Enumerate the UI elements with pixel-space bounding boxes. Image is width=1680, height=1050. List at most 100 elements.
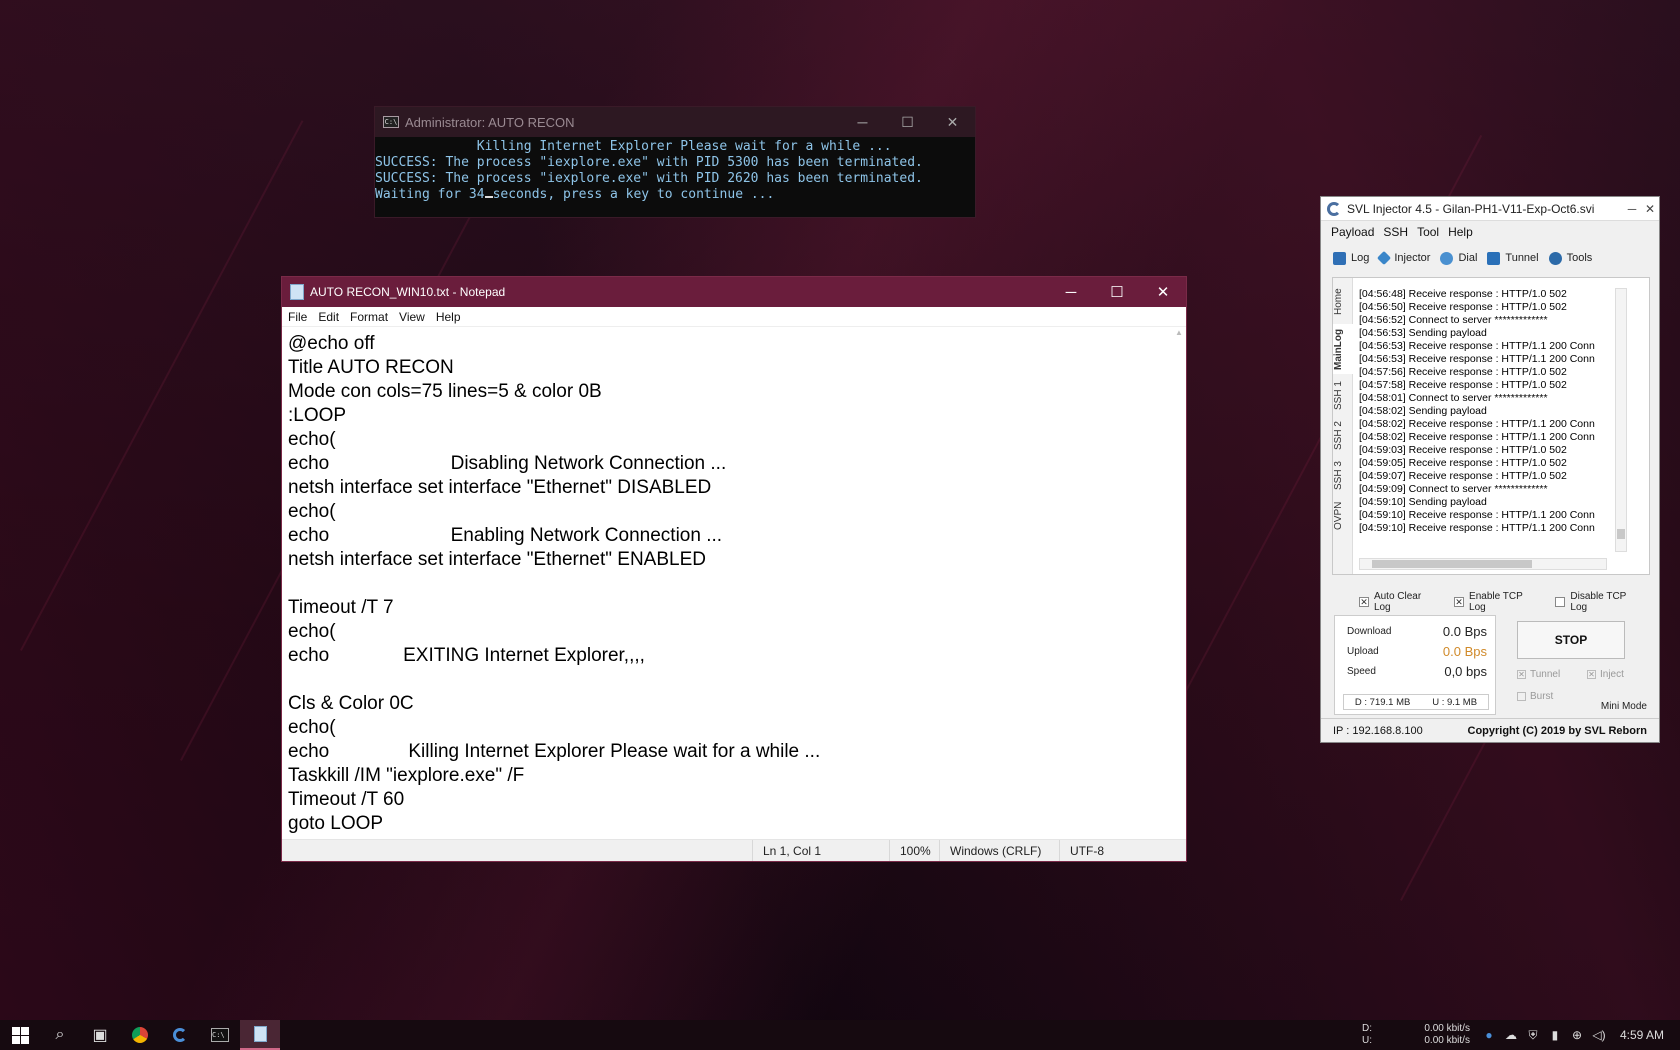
minimize-button[interactable]: ─ bbox=[1048, 277, 1094, 307]
log-horizontal-scrollbar[interactable] bbox=[1359, 558, 1607, 570]
notepad-window[interactable]: AUTO RECON_WIN10.txt - Notepad ─ ☐ ✕ Fil… bbox=[281, 276, 1187, 862]
checkbox-label: Inject bbox=[1600, 669, 1624, 680]
tab-log[interactable]: Log bbox=[1333, 251, 1370, 265]
cmd-title: Administrator: AUTO RECON bbox=[405, 114, 575, 130]
cmd-line: Killing Internet Explorer Please wait fo… bbox=[375, 139, 892, 154]
svl-menubar: Payload SSH Tool Help bbox=[1321, 221, 1659, 243]
vtab-ssh1[interactable]: SSH 1 bbox=[1333, 378, 1353, 414]
log-entry: [04:58:02] Receive response : HTTP/1.1 2… bbox=[1359, 431, 1595, 443]
log-entry: [04:56:50] Receive response : HTTP/1.0 5… bbox=[1359, 301, 1567, 313]
cmd-titlebar[interactable]: C:\ Administrator: AUTO RECON ─ ☐ ✕ bbox=[375, 107, 975, 137]
tab-label: Tools bbox=[1566, 252, 1593, 264]
cmd-line: SUCCESS: The process "iexplore.exe" with… bbox=[375, 155, 923, 170]
burst-checkbox[interactable]: Burst bbox=[1517, 691, 1553, 702]
notepad-titlebar[interactable]: AUTO RECON_WIN10.txt - Notepad ─ ☐ ✕ bbox=[282, 277, 1186, 307]
log-entry: [04:56:53] Receive response : HTTP/1.1 2… bbox=[1359, 340, 1595, 352]
close-button[interactable]: ✕ bbox=[1641, 202, 1659, 216]
svl-tray-icon[interactable]: ● bbox=[1478, 1028, 1500, 1042]
checkbox-label: Enable TCP Log bbox=[1469, 591, 1523, 613]
volume-icon[interactable]: ◁) bbox=[1588, 1028, 1610, 1042]
taskbar: ⌕ ▣ C:\ D: 0.00 kbit/s U: 0.00 kbit/s ● ☁ … bbox=[0, 1020, 1680, 1050]
security-icon[interactable]: ⛨ bbox=[1522, 1028, 1544, 1043]
minimize-button[interactable]: ─ bbox=[1623, 202, 1641, 216]
status-position: Ln 1, Col 1 bbox=[752, 840, 889, 861]
phone-icon bbox=[1440, 251, 1454, 265]
chrome-icon[interactable] bbox=[120, 1020, 160, 1050]
search-icon[interactable]: ⌕ bbox=[40, 1020, 80, 1050]
menu-file[interactable]: File bbox=[288, 310, 307, 324]
cmd-output: Killing Internet Explorer Please wait fo… bbox=[375, 137, 975, 203]
syringe-icon bbox=[1377, 250, 1392, 266]
svl-title: SVL Injector 4.5 - Gilan-PH1-V11-Exp-Oct… bbox=[1347, 201, 1595, 216]
notepad-menubar: File Edit Format View Help bbox=[282, 307, 1186, 327]
notepad-taskbar-icon[interactable] bbox=[240, 1020, 280, 1050]
svl-footer: IP : 192.168.8.100 Copyright (C) 2019 by… bbox=[1321, 718, 1659, 742]
checkbox-label: Auto Clear Log bbox=[1373, 591, 1422, 613]
svl-injector-taskbar-icon[interactable] bbox=[160, 1020, 200, 1050]
enable-tcp-log-checkbox[interactable]: ✕ Enable TCP Log bbox=[1454, 591, 1541, 613]
cmd-taskbar-icon[interactable]: C:\ bbox=[200, 1020, 240, 1050]
log-vertical-scrollbar[interactable] bbox=[1615, 288, 1627, 552]
checkbox-label: Disable TCP Log bbox=[1570, 591, 1627, 613]
notepad-vertical-scrollbar[interactable]: ▲ bbox=[1172, 328, 1186, 839]
upload-value: 0.0 Bps bbox=[1442, 644, 1487, 659]
tab-label: Tunnel bbox=[1505, 252, 1539, 264]
vtab-ssh2[interactable]: SSH 2 bbox=[1333, 418, 1353, 454]
menu-tool[interactable]: Tool bbox=[1417, 225, 1439, 239]
tunnel-checkbox[interactable]: ✕ Tunnel bbox=[1517, 669, 1560, 680]
battery-icon[interactable]: ▮ bbox=[1544, 1028, 1566, 1042]
menu-payload[interactable]: Payload bbox=[1331, 225, 1374, 239]
minimize-button[interactable]: ─ bbox=[840, 107, 885, 137]
log-entry: [04:59:10] Receive response : HTTP/1.1 2… bbox=[1359, 522, 1595, 534]
scroll-thumb[interactable] bbox=[1617, 529, 1625, 539]
tab-tunnel[interactable]: Tunnel bbox=[1487, 251, 1539, 265]
close-button[interactable]: ✕ bbox=[930, 107, 975, 137]
net-u-value: 0.00 kbit/s bbox=[1424, 1035, 1470, 1046]
menu-format[interactable]: Format bbox=[350, 310, 388, 324]
maximize-button[interactable]: ☐ bbox=[885, 107, 930, 137]
log-entry: [04:59:10] Sending payload bbox=[1359, 496, 1487, 508]
vtab-mainlog[interactable]: MainLog bbox=[1333, 324, 1353, 374]
log-entry: [04:59:09] Connect to server ***********… bbox=[1359, 483, 1548, 495]
notepad-statusbar: Ln 1, Col 1 100% Windows (CRLF) UTF-8 bbox=[282, 839, 1186, 861]
svl-injector-window[interactable]: SVL Injector 4.5 - Gilan-PH1-V11-Exp-Oct… bbox=[1320, 196, 1660, 743]
wallpaper-streak bbox=[20, 120, 304, 651]
scroll-thumb[interactable] bbox=[1372, 560, 1532, 568]
menu-edit[interactable]: Edit bbox=[318, 310, 339, 324]
tab-tools[interactable]: Tools bbox=[1548, 251, 1593, 265]
close-button[interactable]: ✕ bbox=[1140, 277, 1186, 307]
cmd-window[interactable]: C:\ Administrator: AUTO RECON ─ ☐ ✕ Kill… bbox=[374, 106, 976, 218]
speed-value: 0,0 bps bbox=[1444, 664, 1487, 679]
notepad-editor[interactable]: @echo off Title AUTO RECON Mode con cols… bbox=[282, 328, 1172, 839]
inject-checkbox[interactable]: ✕ Inject bbox=[1587, 669, 1624, 680]
vtab-ssh3[interactable]: SSH 3 bbox=[1333, 458, 1353, 494]
menu-view[interactable]: View bbox=[399, 310, 425, 324]
disable-tcp-log-checkbox[interactable]: Disable TCP Log bbox=[1555, 591, 1645, 613]
auto-clear-log-checkbox[interactable]: ✕ Auto Clear Log bbox=[1359, 591, 1440, 613]
onedrive-icon[interactable]: ☁ bbox=[1500, 1028, 1522, 1042]
network-icon[interactable]: ⊕ bbox=[1566, 1028, 1588, 1042]
data-usage: D : 719.1 MB U : 9.1 MB bbox=[1343, 694, 1489, 710]
tab-dial[interactable]: Dial bbox=[1440, 251, 1477, 265]
clock[interactable]: 4:59 AM bbox=[1620, 1028, 1664, 1042]
menu-help[interactable]: Help bbox=[436, 310, 461, 324]
checkbox-empty-icon bbox=[1555, 597, 1566, 607]
vtab-ovpn[interactable]: OVPN bbox=[1333, 498, 1353, 534]
checkbox-label: Burst bbox=[1530, 691, 1554, 702]
svl-titlebar[interactable]: SVL Injector 4.5 - Gilan-PH1-V11-Exp-Oct… bbox=[1321, 197, 1659, 221]
svl-logo-icon bbox=[1327, 201, 1341, 216]
status-line-ending: Windows (CRLF) bbox=[939, 840, 1059, 861]
menu-help[interactable]: Help bbox=[1448, 225, 1473, 239]
checkbox-checked-icon: ✕ bbox=[1454, 597, 1465, 607]
mini-mode-link[interactable]: Mini Mode bbox=[1601, 701, 1647, 712]
scroll-up-icon[interactable]: ▲ bbox=[1172, 328, 1186, 342]
menu-ssh[interactable]: SSH bbox=[1383, 225, 1408, 239]
tab-label: Log bbox=[1351, 252, 1370, 264]
stop-button[interactable]: STOP bbox=[1517, 621, 1625, 659]
start-button[interactable] bbox=[0, 1020, 40, 1050]
task-view-icon[interactable]: ▣ bbox=[80, 1020, 120, 1050]
tab-injector[interactable]: Injector bbox=[1377, 250, 1430, 266]
vtab-home[interactable]: Home bbox=[1333, 284, 1353, 320]
maximize-button[interactable]: ☐ bbox=[1094, 277, 1140, 307]
tunnel-icon bbox=[1487, 251, 1501, 265]
